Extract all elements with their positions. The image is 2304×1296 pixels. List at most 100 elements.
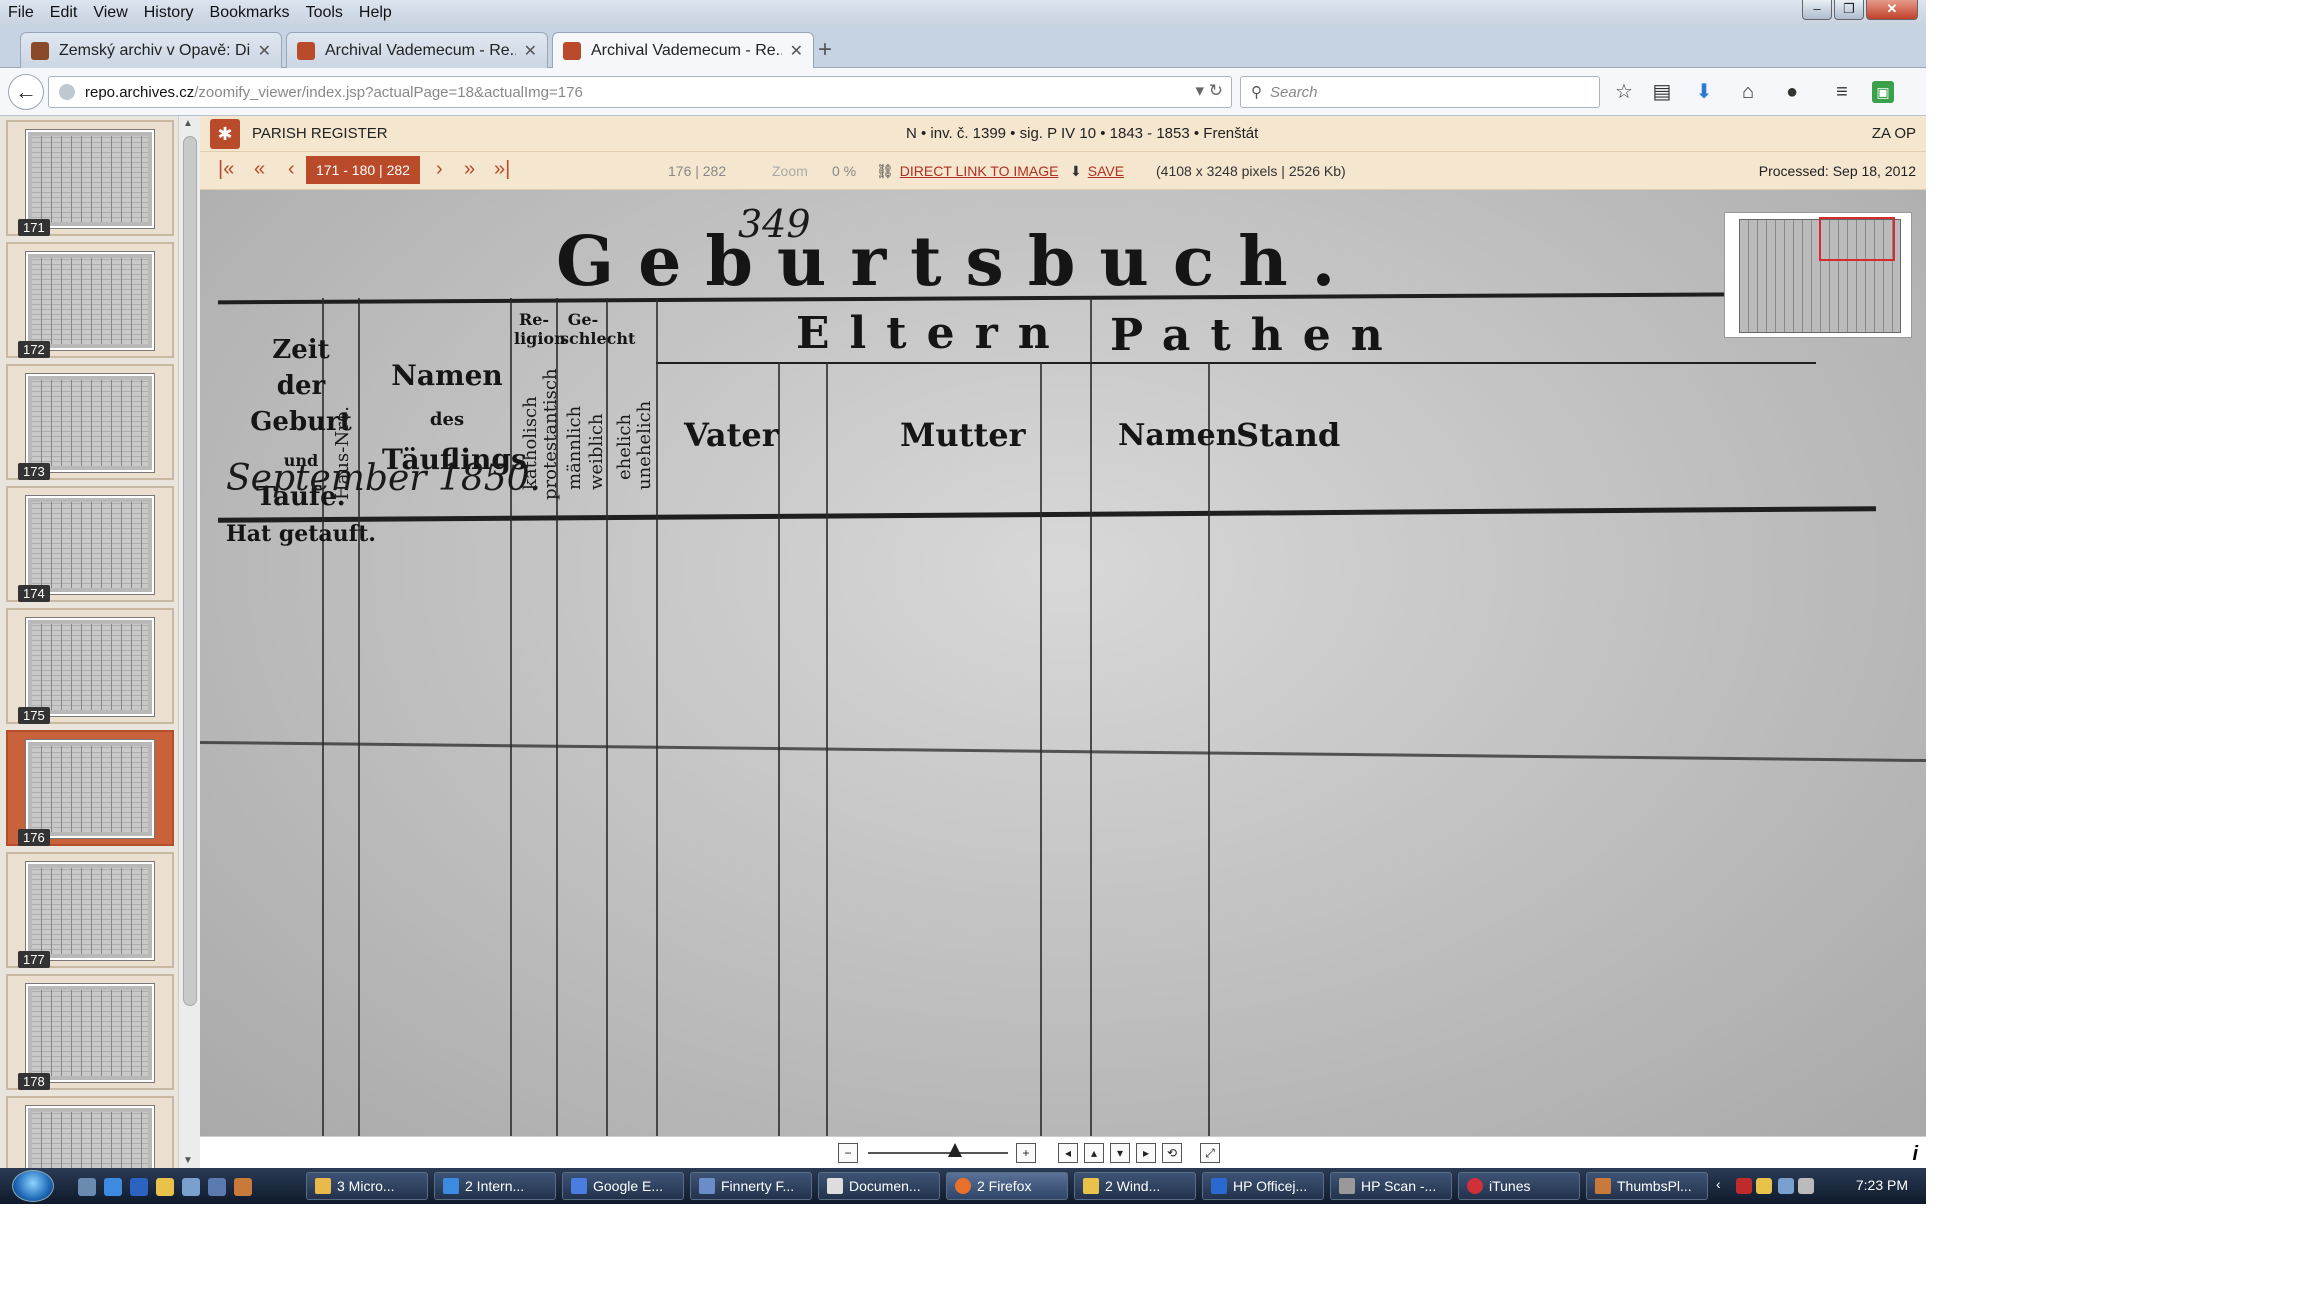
menu-view[interactable]: View	[85, 0, 135, 26]
url-domain: repo.archives.cz	[85, 83, 195, 101]
thumbnail-174[interactable]: 174	[6, 486, 174, 602]
menu-file[interactable]: File	[0, 0, 42, 26]
zoom-slider-handle[interactable]	[948, 1143, 962, 1157]
zoom-out-button[interactable]: −	[838, 1143, 858, 1163]
home-icon[interactable]: ⌂	[1734, 78, 1762, 106]
reset-view-button[interactable]: ⟲	[1162, 1143, 1182, 1163]
search-input[interactable]: ⚲ Search	[1240, 76, 1600, 108]
start-button[interactable]	[12, 1170, 54, 1202]
sub-col-ehelich: ehelich	[614, 413, 635, 480]
thumbnail-177[interactable]: 177	[6, 852, 174, 968]
taskbar-firefox[interactable]: 2 Firefox	[946, 1172, 1068, 1200]
thumbnail-176[interactable]: 176	[6, 730, 174, 846]
back-button[interactable]: ←	[8, 74, 44, 110]
taskbar-itunes[interactable]: iTunes	[1458, 1172, 1580, 1200]
reload-icon[interactable]: ▾ ↻	[1195, 81, 1223, 101]
menu-tools[interactable]: Tools	[298, 0, 351, 26]
menu-icon[interactable]: ≡	[1828, 78, 1856, 106]
close-window-button[interactable]: ✕	[1866, 0, 1918, 20]
save-label: SAVE	[1087, 163, 1125, 179]
image-viewer[interactable]: 349 Geburtsbuch. Zeit der Geburt und Taufe.…	[200, 190, 1926, 1136]
menu-help[interactable]: Help	[351, 0, 400, 26]
thumbnail-171[interactable]: 171	[6, 120, 174, 236]
thumbnail-175[interactable]: 175	[6, 608, 174, 724]
tray-expand-icon[interactable]: ‹	[1716, 1176, 1721, 1192]
info-icon[interactable]: i	[1912, 1143, 1918, 1166]
zoom-slider[interactable]	[868, 1152, 1008, 1154]
globe-icon	[59, 84, 75, 100]
menu-bookmarks[interactable]: Bookmarks	[202, 0, 298, 26]
scroll-up-icon[interactable]: ▲	[183, 118, 193, 129]
media-quicklaunch-icon[interactable]	[182, 1178, 200, 1196]
zoom-in-button[interactable]: +	[1016, 1143, 1036, 1163]
tab-zemsky-archiv[interactable]: Zemský archiv v Opavě: Di... ✕	[20, 32, 282, 68]
tray-app-icon[interactable]	[1756, 1178, 1772, 1194]
prev-page-button[interactable]: ‹	[288, 158, 295, 181]
minimap-view-rect[interactable]	[1819, 217, 1895, 261]
taskbar-windows-explorer[interactable]: 2 Wind...	[1074, 1172, 1196, 1200]
save-button[interactable]: ⬇ SAVE	[1070, 163, 1124, 180]
direct-link-button[interactable]: ⛓ DIRECT LINK TO IMAGE	[876, 163, 1058, 180]
scroll-down-icon[interactable]: ▼	[183, 1155, 193, 1166]
reading-list-icon[interactable]: ▤	[1648, 78, 1676, 106]
fullscreen-button[interactable]: ⤢	[1200, 1143, 1220, 1163]
sidebar-scrollbar[interactable]: ▲ ▼	[178, 116, 200, 1168]
next-page-button[interactable]: ›	[436, 158, 443, 181]
navigation-bar: ← repo.archives.cz /zoomify_viewer/index…	[0, 68, 1926, 116]
close-tab-icon[interactable]: ✕	[258, 41, 271, 61]
navigator-minimap[interactable]	[1724, 212, 1912, 338]
first-page-button[interactable]: |«	[218, 158, 234, 181]
window-controls: – ❐ ✕	[1802, 0, 1918, 20]
network-icon[interactable]	[1778, 1178, 1794, 1194]
vademecum-favicon-icon	[297, 41, 315, 60]
itunes-icon	[1467, 1178, 1483, 1194]
tab-vademecum-active[interactable]: Archival Vademecum - Re... ✕	[552, 32, 814, 69]
restore-button[interactable]: ❐	[1834, 0, 1864, 20]
thumbnail-173[interactable]: 173	[6, 364, 174, 480]
pan-left-button[interactable]: ◂	[1058, 1143, 1078, 1163]
chat-icon[interactable]: ●	[1778, 78, 1806, 106]
last-page-button[interactable]: »|	[494, 158, 510, 181]
next-range-button[interactable]: »	[464, 158, 475, 181]
extension-icon[interactable]: ▣	[1872, 81, 1894, 103]
taskbar-finnerty[interactable]: Finnerty F...	[690, 1172, 812, 1200]
taskbar-hp-scan[interactable]: HP Scan -...	[1330, 1172, 1452, 1200]
search-placeholder: Search	[1270, 83, 1318, 101]
taskbar-hp-officejet[interactable]: HP Officej...	[1202, 1172, 1324, 1200]
taskbar-documents[interactable]: Documen...	[818, 1172, 940, 1200]
pan-down-button[interactable]: ▾	[1110, 1143, 1130, 1163]
prev-range-button[interactable]: «	[254, 158, 265, 181]
thumbnail-172[interactable]: 172	[6, 242, 174, 358]
parish-register-scan[interactable]: 349 Geburtsbuch. Zeit der Geburt und Taufe.…	[200, 190, 1926, 1136]
explorer-quicklaunch-icon[interactable]	[156, 1178, 174, 1196]
scrollbar-thumb[interactable]	[183, 136, 197, 1006]
show-desktop-icon[interactable]	[78, 1178, 96, 1196]
thumbnail-178[interactable]: 178	[6, 974, 174, 1090]
task-label: iTunes	[1489, 1178, 1531, 1194]
ie-quicklaunch-icon[interactable]	[104, 1178, 122, 1196]
volume-icon[interactable]	[1798, 1178, 1814, 1194]
desktop-quicklaunch-icon[interactable]	[130, 1178, 148, 1196]
register-title: Geburtsbuch.	[556, 222, 1360, 302]
close-tab-icon[interactable]: ✕	[790, 41, 803, 61]
taskbar-word[interactable]: 3 Micro...	[306, 1172, 428, 1200]
menu-history[interactable]: History	[136, 0, 202, 26]
app-quicklaunch-icon[interactable]	[234, 1178, 252, 1196]
taskbar-ie[interactable]: 2 Intern...	[434, 1172, 556, 1200]
close-tab-icon[interactable]: ✕	[524, 41, 537, 61]
col-geschlecht-heading: Ge-schlecht	[560, 310, 636, 348]
minimize-button[interactable]: –	[1802, 0, 1832, 20]
task-label: Finnerty F...	[721, 1178, 795, 1194]
new-tab-button[interactable]: +	[818, 36, 832, 64]
star-icon[interactable]: ☆	[1610, 78, 1638, 106]
antivirus-icon[interactable]	[1736, 1178, 1752, 1194]
download-icon[interactable]: ⬇	[1690, 78, 1718, 106]
tab-vademecum-1[interactable]: Archival Vademecum - Re... ✕	[286, 32, 548, 68]
taskbar-google-earth[interactable]: Google E...	[562, 1172, 684, 1200]
menu-edit[interactable]: Edit	[42, 0, 86, 26]
url-bar[interactable]: repo.archives.cz /zoomify_viewer/index.j…	[48, 76, 1232, 108]
taskbar-thumbsplus[interactable]: ThumbsPl...	[1586, 1172, 1708, 1200]
pan-right-button[interactable]: ▸	[1136, 1143, 1156, 1163]
switch-quicklaunch-icon[interactable]	[208, 1178, 226, 1196]
pan-up-button[interactable]: ▴	[1084, 1143, 1104, 1163]
